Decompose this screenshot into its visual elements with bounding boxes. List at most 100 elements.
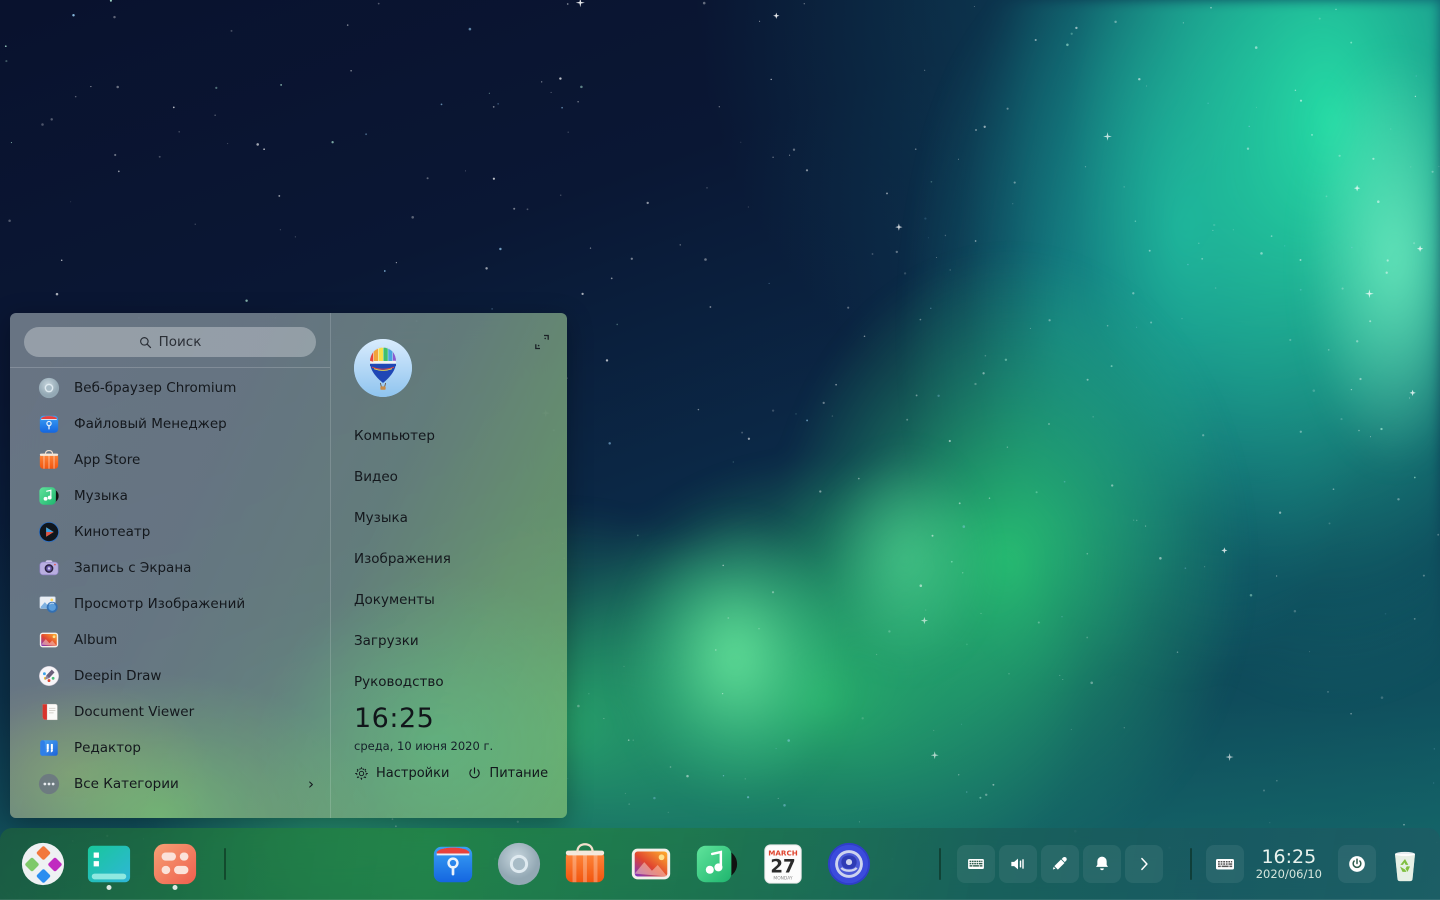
draw-icon — [38, 665, 60, 687]
input-method-keyboard-icon — [1213, 852, 1237, 876]
app-label: Запись с Экрана — [74, 560, 192, 576]
tray-button-notifications[interactable] — [1083, 845, 1121, 883]
dock-left-group — [0, 835, 238, 893]
app-store-icon — [38, 449, 60, 471]
place-label: Видео — [354, 468, 398, 485]
app-list[interactable]: Веб-браузер Chromium Файловый Менеджер App… — [10, 368, 330, 818]
app-list-item[interactable]: Album — [10, 622, 330, 658]
app-label: Кинотеатр — [74, 524, 151, 540]
app-label: Просмотр Изображений — [74, 596, 246, 612]
hot-air-balloon-avatar — [354, 339, 412, 397]
dock-item-music[interactable] — [688, 835, 746, 893]
dock-item-chromium[interactable] — [490, 835, 548, 893]
place-item[interactable]: Руководство — [354, 661, 567, 702]
power-icon — [1347, 854, 1367, 874]
app-label: Веб-браузер Chromium — [74, 380, 237, 396]
desktop[interactable]: Поиск Веб-браузер Chromium Файловый Менед… — [0, 0, 1440, 900]
running-indicator — [172, 885, 178, 890]
eyedropper-icon — [1050, 854, 1070, 874]
all-categories-label: Все Категории — [74, 776, 179, 792]
app-list-item[interactable]: Музыка — [10, 478, 330, 514]
app-label: App Store — [74, 452, 141, 468]
place-item[interactable]: Документы — [354, 579, 567, 620]
dock-clock[interactable]: 16:25 2020/06/10 — [1246, 845, 1332, 882]
dock-item-settings[interactable] — [820, 835, 878, 893]
search-placeholder: Поиск — [158, 334, 202, 350]
power-button[interactable]: Питание — [467, 766, 548, 781]
app-list-item[interactable]: Редактор — [10, 730, 330, 766]
app-list-item[interactable]: Веб-браузер Chromium — [10, 370, 330, 406]
app-list-item[interactable]: App Store — [10, 442, 330, 478]
tray-button-volume[interactable] — [999, 845, 1037, 883]
app-label: Файловый Менеджер — [74, 416, 227, 432]
place-label: Руководство — [354, 673, 444, 690]
app-store-icon — [562, 841, 608, 887]
place-label: Документы — [354, 591, 435, 608]
place-label: Загрузки — [354, 632, 419, 649]
volume-icon — [1008, 854, 1028, 874]
launcher-clock: 16:25 — [354, 703, 435, 734]
deepin-launcher-icon — [20, 841, 66, 887]
tray-button-tray-expand[interactable] — [1125, 845, 1163, 883]
app-label: Document Viewer — [74, 704, 195, 720]
file-manager-icon — [430, 841, 476, 887]
avatar[interactable] — [354, 339, 412, 397]
dock-clock-date: 2020/06/10 — [1255, 867, 1322, 882]
app-label: Музыка — [74, 488, 128, 504]
dock-clock-time: 16:25 — [1261, 845, 1317, 868]
tray-button-onboard-keyboard[interactable] — [957, 845, 995, 883]
settings-button[interactable]: Настройки — [354, 766, 449, 781]
all-categories-item[interactable]: Все Категории › — [10, 766, 330, 802]
screen-recorder-icon — [38, 557, 60, 579]
app-label: Редактор — [74, 740, 141, 756]
settings-gear-icon — [826, 841, 872, 887]
app-list-item[interactable]: Deepin Draw — [10, 658, 330, 694]
dock-item-calendar[interactable]: MARCH 27 MONDAY — [754, 835, 812, 893]
place-item[interactable]: Изображения — [354, 538, 567, 579]
tray-button-input-method[interactable] — [1205, 845, 1244, 883]
dock-center-group: MARCH 27 MONDAY — [424, 835, 878, 893]
place-item[interactable]: Видео — [354, 456, 567, 497]
places-list[interactable]: Компьютер Видео Музыка Изображения Документы… — [354, 415, 567, 702]
dock-item-album[interactable] — [622, 835, 680, 893]
dock[interactable]: MARCH 27 MONDAY 16:25 2020/06/10 — [0, 828, 1440, 900]
place-item[interactable]: Загрузки — [354, 620, 567, 661]
app-list-item[interactable]: Запись с Экрана — [10, 550, 330, 586]
dock-item-launcher[interactable] — [14, 835, 72, 893]
search-input[interactable]: Поиск — [24, 327, 316, 357]
search-icon — [139, 336, 151, 348]
trash-recycle-icon — [1385, 844, 1425, 884]
application-launcher[interactable]: Поиск Веб-браузер Chromium Файловый Менед… — [10, 313, 567, 818]
control-center-icon — [152, 841, 198, 887]
file-manager-icon — [38, 413, 60, 435]
power-icon — [469, 767, 481, 778]
app-list-item[interactable]: Document Viewer — [10, 694, 330, 730]
app-list-item[interactable]: Файловый Менеджер — [10, 406, 330, 442]
launcher-actions: Настройки Питание — [354, 766, 567, 781]
chevron-right-icon: › — [308, 774, 314, 793]
launcher-app-column: Поиск Веб-браузер Chromium Файловый Менед… — [10, 313, 330, 818]
tray-button-shutdown[interactable] — [1338, 845, 1376, 883]
place-item[interactable]: Компьютер — [354, 415, 567, 456]
app-label: Deepin Draw — [74, 668, 162, 684]
launcher-date: среда, 10 июня 2020 г. — [354, 738, 494, 753]
dock-item-file-manager[interactable] — [424, 835, 482, 893]
dock-item-trash[interactable] — [1378, 835, 1432, 893]
tray-button-color-picker[interactable] — [1041, 845, 1079, 883]
text-editor-icon — [38, 737, 60, 759]
album-icon — [628, 841, 674, 887]
dock-item-terminal[interactable] — [80, 835, 138, 893]
chromium-icon — [496, 841, 542, 887]
app-list-item[interactable]: Кинотеатр — [10, 514, 330, 550]
dock-item-app-store[interactable] — [556, 835, 614, 893]
bell-icon — [1092, 854, 1112, 874]
place-item[interactable]: Музыка — [354, 497, 567, 538]
app-list-item[interactable]: Просмотр Изображений — [10, 586, 330, 622]
dock-divider — [1189, 848, 1192, 880]
expand-fullscreen-icon — [535, 334, 549, 350]
dock-item-control-center[interactable] — [146, 835, 204, 893]
fullscreen-toggle-button[interactable] — [533, 333, 551, 351]
running-indicator — [106, 885, 112, 890]
search-area: Поиск — [10, 313, 330, 367]
document-viewer-icon — [38, 701, 60, 723]
